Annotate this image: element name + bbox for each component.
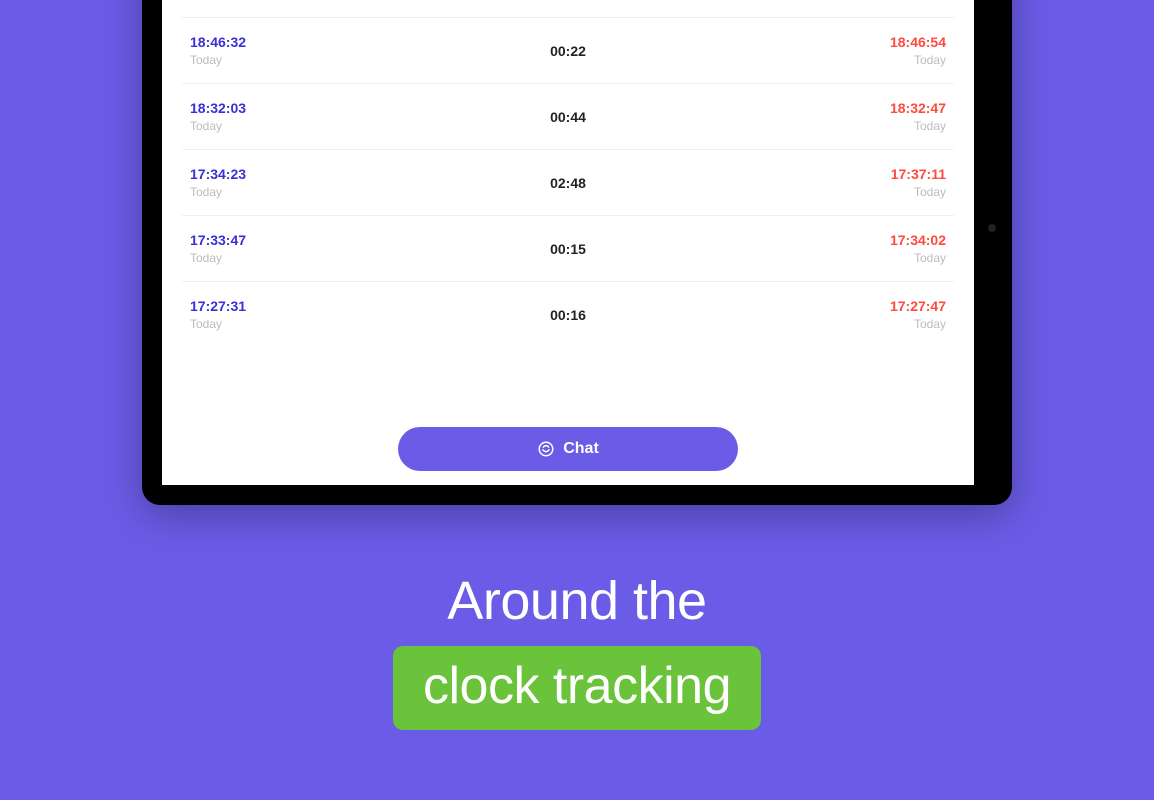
offline-time: 18:46:54 xyxy=(694,34,946,50)
offline-time: 18:32:47 xyxy=(694,100,946,116)
table-row[interactable]: 17:33:47 Today 00:15 17:34:02 Today xyxy=(182,216,954,282)
chat-button[interactable]: Chat xyxy=(398,427,738,471)
offline-time: 17:27:47 xyxy=(694,298,946,314)
online-day: Today xyxy=(190,119,442,133)
header-online: Online xyxy=(190,0,442,3)
table-row[interactable]: 17:34:23 Today 02:48 17:37:11 Today xyxy=(182,150,954,216)
header-offline: Offline xyxy=(694,0,946,3)
duration-value: 00:15 xyxy=(442,241,694,257)
tracking-table: Online Duration Offline 18:46:32 Today 0… xyxy=(162,0,974,419)
tablet-frame: Online Duration Offline 18:46:32 Today 0… xyxy=(142,0,1012,505)
marketing-text: Around the clock tracking xyxy=(0,570,1154,730)
online-day: Today xyxy=(190,185,442,199)
duration-value: 00:44 xyxy=(442,109,694,125)
online-time: 18:32:03 xyxy=(190,100,442,116)
marketing-line-1: Around the xyxy=(0,570,1154,632)
offline-day: Today xyxy=(694,317,946,331)
marketing-line-2: clock tracking xyxy=(393,646,761,730)
chat-button-label: Chat xyxy=(563,440,599,458)
duration-value: 00:16 xyxy=(442,307,694,323)
offline-day: Today xyxy=(694,251,946,265)
online-day: Today xyxy=(190,251,442,265)
online-time: 17:34:23 xyxy=(190,166,442,182)
online-time: 17:33:47 xyxy=(190,232,442,248)
offline-day: Today xyxy=(694,185,946,199)
table-row[interactable]: 18:46:32 Today 00:22 18:46:54 Today xyxy=(182,18,954,84)
chat-icon xyxy=(537,440,555,458)
online-time: 17:27:31 xyxy=(190,298,442,314)
online-time: 18:46:32 xyxy=(190,34,442,50)
online-day: Today xyxy=(190,317,442,331)
duration-value: 02:48 xyxy=(442,175,694,191)
app-screen: Online Duration Offline 18:46:32 Today 0… xyxy=(162,0,974,485)
offline-day: Today xyxy=(694,119,946,133)
offline-time: 17:37:11 xyxy=(694,166,946,182)
table-header-row: Online Duration Offline xyxy=(182,0,954,18)
tablet-camera xyxy=(988,224,996,232)
offline-time: 17:34:02 xyxy=(694,232,946,248)
header-duration: Duration xyxy=(442,0,694,3)
table-row[interactable]: 17:27:31 Today 00:16 17:27:47 Today xyxy=(182,282,954,347)
offline-day: Today xyxy=(694,53,946,67)
table-row[interactable]: 18:32:03 Today 00:44 18:32:47 Today xyxy=(182,84,954,150)
online-day: Today xyxy=(190,53,442,67)
duration-value: 00:22 xyxy=(442,43,694,59)
